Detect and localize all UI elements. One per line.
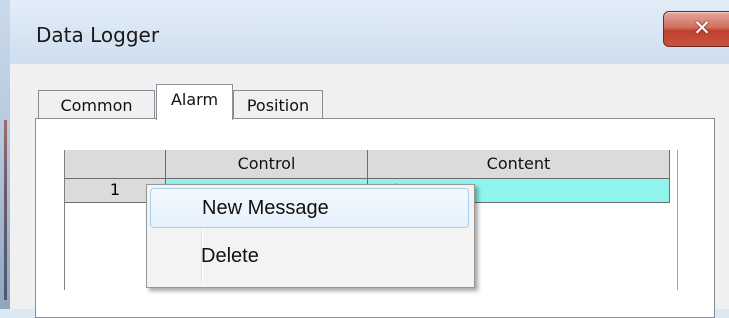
- close-icon: ✕: [693, 16, 711, 40]
- column-header-control[interactable]: Control: [166, 150, 368, 179]
- menu-item-label: Delete: [201, 245, 259, 267]
- window-frame-edge: [0, 0, 10, 309]
- tab-position[interactable]: Position: [233, 90, 323, 118]
- window-title: Data Logger: [36, 23, 160, 47]
- tab-alarm[interactable]: Alarm: [156, 84, 233, 120]
- tab-label: Position: [246, 96, 310, 115]
- tab-label: Common: [60, 96, 133, 115]
- tab-label: Alarm: [170, 90, 219, 109]
- column-header-content[interactable]: Content: [368, 150, 670, 179]
- menu-item-new-message[interactable]: New Message: [150, 188, 469, 228]
- tab-common[interactable]: Common: [38, 90, 155, 118]
- context-menu: New Message Delete: [146, 184, 475, 288]
- grid-corner-header: [65, 150, 166, 179]
- close-button[interactable]: ✕: [663, 11, 729, 47]
- menu-item-label: New Message: [202, 197, 329, 219]
- title-bar[interactable]: Data Logger ✕: [10, 0, 729, 64]
- menu-item-delete[interactable]: Delete: [150, 237, 469, 277]
